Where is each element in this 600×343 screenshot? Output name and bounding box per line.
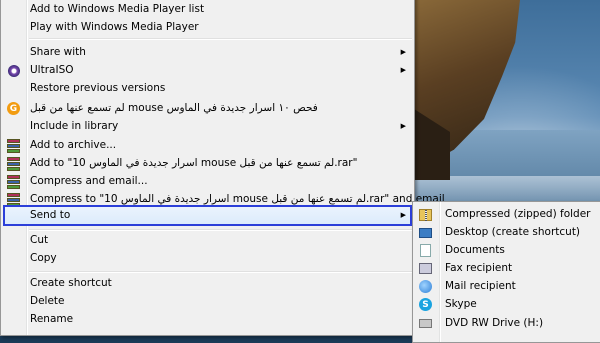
- winrar-icon: [6, 138, 21, 153]
- zip-folder-icon: [418, 207, 433, 222]
- ultraiso-icon: [6, 63, 21, 78]
- menu-item-label: Delete: [30, 295, 65, 307]
- skype-icon: S: [418, 297, 433, 312]
- fax-icon: [418, 261, 433, 276]
- submenu-arrow-icon: ▶: [400, 48, 406, 56]
- menu-item-label: Compress and email...: [30, 175, 148, 187]
- menu-item-add-to-archive[interactable]: Add to archive...: [3, 136, 412, 155]
- menu-item-label: Add to Windows Media Player list: [30, 3, 205, 15]
- orange-app-icon: G: [6, 101, 21, 116]
- menu-item-share-with[interactable]: Share with ▶: [3, 43, 412, 62]
- send-to-skype[interactable]: S Skype: [415, 295, 599, 314]
- menu-item-include-in-library[interactable]: Include in library ▶: [3, 117, 412, 136]
- winrar-icon: [6, 174, 21, 189]
- menu-item-label: Desktop (create shortcut): [445, 226, 581, 238]
- menu-item-delete[interactable]: Delete: [3, 292, 412, 311]
- menu-item-label: Restore previous versions: [30, 82, 166, 94]
- winrar-icon: [6, 156, 21, 171]
- send-to-compressed-folder[interactable]: Compressed (zipped) folder: [415, 205, 599, 224]
- menu-item-add-to-rar[interactable]: Add to "10 اسرار جديدة في الماوس mouse ل…: [3, 154, 412, 173]
- menu-item-label: Fax recipient: [445, 262, 513, 274]
- menu-item-cut[interactable]: Cut: [3, 231, 412, 250]
- menu-item-label: Rename: [30, 313, 74, 325]
- menu-item-label: Mail recipient: [445, 280, 516, 292]
- menu-item-label: Cut: [30, 234, 49, 246]
- send-to-fax-recipient[interactable]: Fax recipient: [415, 259, 599, 278]
- menu-item-label: Compressed (zipped) folder: [445, 208, 591, 220]
- menu-item-label: Send to: [30, 209, 71, 221]
- menu-item-label: Copy: [30, 252, 57, 264]
- send-to-dvd-drive[interactable]: DVD RW Drive (H:): [415, 314, 599, 333]
- mail-icon: [418, 279, 433, 294]
- menu-item-label: Add to "10 اسرار جديدة في الماوس mouse ل…: [30, 157, 358, 169]
- send-to-documents[interactable]: Documents: [415, 241, 599, 260]
- menu-item-label: Documents: [445, 244, 505, 256]
- menu-item-label: DVD RW Drive (H:): [445, 317, 544, 329]
- dvd-drive-icon: [418, 316, 433, 331]
- menu-item-label: Play with Windows Media Player: [30, 21, 199, 33]
- submenu-arrow-icon: ▶: [400, 211, 406, 219]
- menu-item-rename[interactable]: Rename: [3, 310, 412, 329]
- menu-separator: [29, 38, 412, 40]
- submenu-arrow-icon: ▶: [400, 122, 406, 130]
- menu-item-compress-and-email[interactable]: Compress and email...: [3, 172, 412, 191]
- menu-item-add-to-wmp-list[interactable]: Add to Windows Media Player list: [3, 0, 412, 19]
- submenu-arrow-icon: ▶: [400, 66, 406, 74]
- menu-item-copy[interactable]: Copy: [3, 249, 412, 268]
- send-to-submenu: Compressed (zipped) folder Desktop (crea…: [412, 201, 600, 343]
- menu-item-label: Share with: [30, 46, 86, 58]
- menu-item-play-with-wmp[interactable]: Play with Windows Media Player: [3, 18, 412, 37]
- menu-item-label: Create shortcut: [30, 277, 112, 289]
- menu-item-arabic-scan[interactable]: G لم تسمع عنها من قبل mouse فحص ١٠ اسرار…: [3, 99, 412, 118]
- desktop-icon: [418, 225, 433, 240]
- context-menu: Add to Windows Media Player list Play wi…: [0, 0, 445, 336]
- menu-item-ultraiso[interactable]: UltraISO ▶: [3, 61, 412, 80]
- menu-item-create-shortcut[interactable]: Create shortcut: [3, 274, 412, 293]
- send-to-desktop[interactable]: Desktop (create shortcut): [415, 223, 599, 242]
- menu-item-restore-previous-versions[interactable]: Restore previous versions: [3, 79, 412, 98]
- menu-item-label: لم تسمع عنها من قبل mouse فحص ١٠ اسرار ج…: [30, 102, 318, 114]
- send-to-mail-recipient[interactable]: Mail recipient: [415, 277, 599, 296]
- menu-item-label: Include in library: [30, 120, 119, 132]
- menu-item-label: Add to archive...: [30, 139, 117, 151]
- menu-item-label: UltraISO: [30, 64, 74, 76]
- documents-icon: [418, 243, 433, 258]
- menu-item-send-to[interactable]: Send to ▶: [3, 206, 412, 225]
- menu-separator: [29, 271, 412, 273]
- menu-item-label: Skype: [445, 298, 477, 310]
